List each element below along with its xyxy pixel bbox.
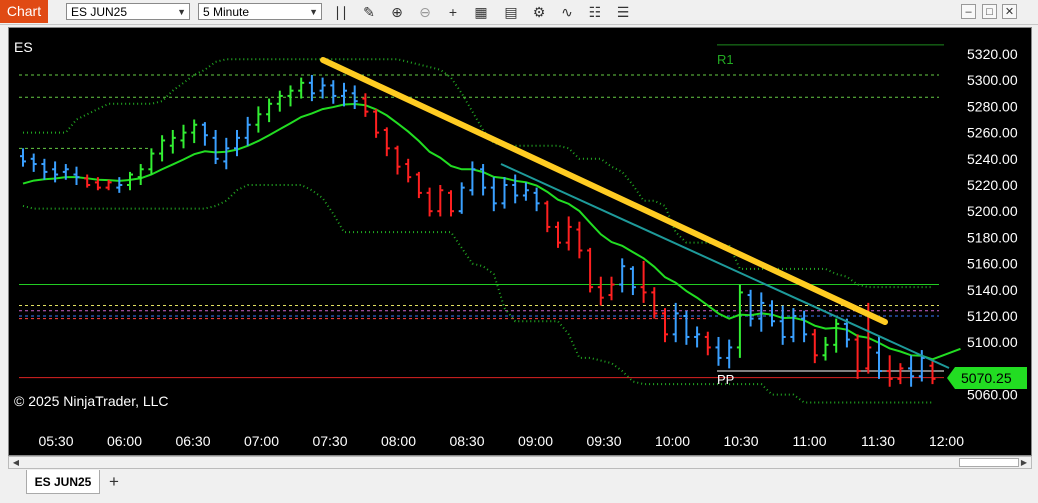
upper-band [23,58,933,289]
restore-button[interactable]: □ [982,4,997,19]
price-tick-label: 5120.00 [967,308,1018,324]
last-price-marker: 5070.25 [947,367,1027,389]
strategies-icon[interactable]: ⚙ [530,3,548,21]
instrument-selector[interactable]: ES JUN25 ▼ [66,3,190,20]
copyright-text: © 2025 NinjaTrader, LLC [14,393,169,409]
add-tab-button[interactable]: + [104,472,124,492]
chevron-down-icon: ▼ [309,7,318,17]
data-box-icon[interactable]: ▦ [472,3,490,21]
time-tick-label: 05:30 [38,433,73,449]
time-tick-label: 06:00 [107,433,142,449]
minimize-button[interactable]: – [961,4,976,19]
time-tick-label: 08:00 [381,433,416,449]
time-tick-label: 11:30 [861,433,895,449]
scroll-right-icon[interactable]: ▶ [1018,457,1030,468]
time-tick-label: 07:30 [312,433,347,449]
last-price-label: 5070.25 [961,370,1012,386]
symbol-label: ES [14,39,33,55]
r1-label: R1 [717,52,734,67]
price-tick-label: 5200.00 [967,203,1018,219]
tab-es-jun25[interactable]: ES JUN25 [26,470,100,494]
price-tick-label: 5320.00 [967,46,1018,62]
time-axis[interactable]: 05:30 06:00 06:30 07:00 07:30 08:00 08:30 09:00… [38,433,964,449]
time-tick-label: 11:00 [793,433,827,449]
envelope-bands [22,58,933,404]
time-tick-label: 08:30 [449,433,484,449]
price-tick-label: 5300.00 [967,72,1018,88]
tab-bar: ES JUN25 + [0,469,1038,503]
instrument-value: ES JUN25 [71,5,128,19]
time-tick-label: 10:00 [655,433,690,449]
time-tick-label: 12:00 [929,433,964,449]
time-tick-label: 09:30 [586,433,621,449]
chart-panel[interactable]: 5320.00 5300.00 5280.00 5260.00 5240.00 5220.… [8,27,1032,456]
price-tick-label: 5280.00 [967,98,1018,114]
time-tick-label: 07:00 [244,433,279,449]
yellow-trendline [320,57,888,325]
interval-value: 5 Minute [203,5,250,19]
interval-selector[interactable]: 5 Minute ▼ [198,3,322,20]
scroll-left-icon[interactable]: ◀ [10,457,22,468]
drawing-tools-icon[interactable]: ∿ [558,3,576,21]
zoom-in-icon[interactable]: ⊕ [388,3,406,21]
zoom-out-icon[interactable]: ⊖ [416,3,434,21]
price-tick-label: 5180.00 [967,229,1018,245]
crosshair-icon[interactable]: + [444,3,462,21]
price-tick-label: 5260.00 [967,125,1018,141]
price-chart[interactable]: 5320.00 5300.00 5280.00 5260.00 5240.00 5220.… [9,28,1031,455]
price-axis[interactable]: 5320.00 5300.00 5280.00 5260.00 5240.00 5220.… [967,46,1018,403]
price-tick-label: 5240.00 [967,151,1018,167]
close-button[interactable]: ✕ [1002,4,1017,19]
pp-label: PP [717,372,734,387]
time-tick-label: 09:00 [518,433,553,449]
lower-band [22,184,933,404]
ema-line [22,103,961,361]
indicators-icon[interactable]: ▤ [502,3,520,21]
price-tick-label: 5160.00 [967,256,1018,272]
price-tick-label: 5220.00 [967,177,1018,193]
time-tick-label: 06:30 [175,433,210,449]
teal-trendline [500,163,950,369]
trend-lines[interactable] [320,57,950,369]
title-toolbar: Chart ES JUN25 ▼ 5 Minute ▼ ∣∣ ✎ ⊕ ⊖ + ▦… [0,0,1038,25]
bar-type-icon[interactable]: ∣∣ [332,3,350,21]
options-icon[interactable]: ☰ [614,3,632,21]
scroll-thumb[interactable] [959,458,1019,467]
price-tick-label: 5140.00 [967,282,1018,298]
horizontal-scrollbar[interactable]: ◀ ▶ [8,456,1032,469]
app-label[interactable]: Chart [0,0,48,23]
price-tick-label: 5100.00 [967,334,1018,350]
price-bars [20,74,936,387]
properties-icon[interactable]: ☷ [586,3,604,21]
chevron-down-icon: ▼ [177,7,186,17]
time-tick-label: 10:30 [723,433,758,449]
horizontal-levels [19,44,944,379]
moving-average [22,103,961,361]
draw-pencil-icon[interactable]: ✎ [360,3,378,21]
